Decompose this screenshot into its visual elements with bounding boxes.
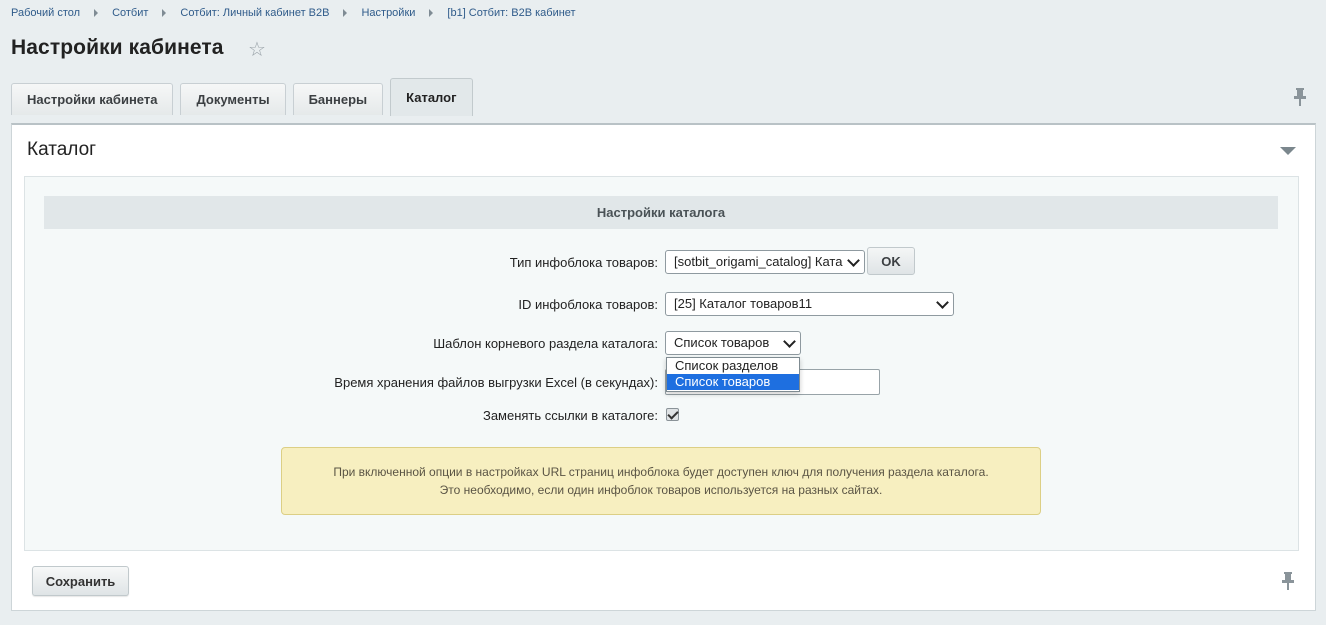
ok-button[interactable]: OK xyxy=(867,247,915,275)
iblock-id-select[interactable]: [25] Каталог товаров11 xyxy=(665,292,954,316)
note-line: При включенной опции в настройках URL ст… xyxy=(333,465,989,479)
root-template-value: Список товаров xyxy=(674,335,770,350)
tab-catalog[interactable]: Каталог xyxy=(390,78,473,116)
tab-documents[interactable]: Документы xyxy=(180,83,286,115)
breadcrumb-item[interactable]: Настройки xyxy=(361,7,415,19)
breadcrumb-arrow-icon xyxy=(162,9,167,17)
replace-links-label: Заменять ссылки в каталоге: xyxy=(482,408,658,423)
iblock-id-value: [25] Каталог товаров11 xyxy=(674,296,813,311)
note-line: Это необходимо, если один инфоблок товар… xyxy=(439,483,883,497)
pin-icon[interactable] xyxy=(1293,88,1307,111)
breadcrumb-arrow-icon xyxy=(429,9,434,17)
breadcrumb-item[interactable]: Сотбит: Личный кабинет B2B xyxy=(180,7,329,19)
iblock-type-select[interactable]: [sotbit_origami_catalog] Ката xyxy=(665,250,865,274)
chevron-down-icon xyxy=(847,254,860,267)
chevron-down-icon xyxy=(936,296,949,309)
root-template-label: Шаблон корневого раздела каталога: xyxy=(433,336,658,351)
triangle-down-icon[interactable] xyxy=(1280,147,1296,155)
settings-area: Настройки каталога Тип инфоблока товаров… xyxy=(24,176,1299,551)
replace-links-checkbox[interactable] xyxy=(666,408,679,421)
root-template-select[interactable]: Список товаров xyxy=(665,331,801,355)
pin-icon[interactable] xyxy=(1281,572,1295,595)
iblock-type-value: [sotbit_origami_catalog] Ката xyxy=(674,254,843,269)
excel-time-label: Время хранения файлов выгрузки Excel (в … xyxy=(334,375,658,390)
tab-cabinet-settings[interactable]: Настройки кабинета xyxy=(11,83,174,115)
breadcrumb-item[interactable]: Рабочий стол xyxy=(11,7,80,19)
breadcrumb-item[interactable]: [b1] Сотбит: B2B кабинет xyxy=(447,7,575,19)
chevron-down-icon xyxy=(783,335,796,348)
star-icon[interactable]: ☆ xyxy=(248,38,266,62)
check-icon xyxy=(667,408,679,420)
iblock-type-label: Тип инфоблока товаров: xyxy=(509,255,658,270)
dropdown-option-sections[interactable]: Список разделов xyxy=(667,358,799,374)
tab-bar: Настройки кабинета Документы Баннеры Кат… xyxy=(11,78,480,116)
tab-banners[interactable]: Баннеры xyxy=(292,83,384,115)
dropdown-option-products[interactable]: Список товаров xyxy=(667,374,799,390)
iblock-id-label: ID инфоблока товаров: xyxy=(518,297,658,312)
root-template-dropdown: Список разделов Список товаров xyxy=(666,357,800,392)
panel-title: Каталог xyxy=(27,139,97,160)
breadcrumb-arrow-icon xyxy=(94,9,99,17)
catalog-panel: Каталог Настройки каталога Тип инфоблока… xyxy=(11,123,1316,611)
save-button[interactable]: Сохранить xyxy=(32,566,129,596)
breadcrumb-item[interactable]: Сотбит xyxy=(112,7,148,19)
breadcrumb-arrow-icon xyxy=(343,9,348,17)
breadcrumb: Рабочий стол Сотбит Сотбит: Личный кабин… xyxy=(11,7,576,19)
info-note: При включенной опции в настройках URL ст… xyxy=(281,447,1041,515)
section-heading: Настройки каталога xyxy=(44,196,1278,229)
page-title: Настройки кабинета xyxy=(11,36,224,59)
